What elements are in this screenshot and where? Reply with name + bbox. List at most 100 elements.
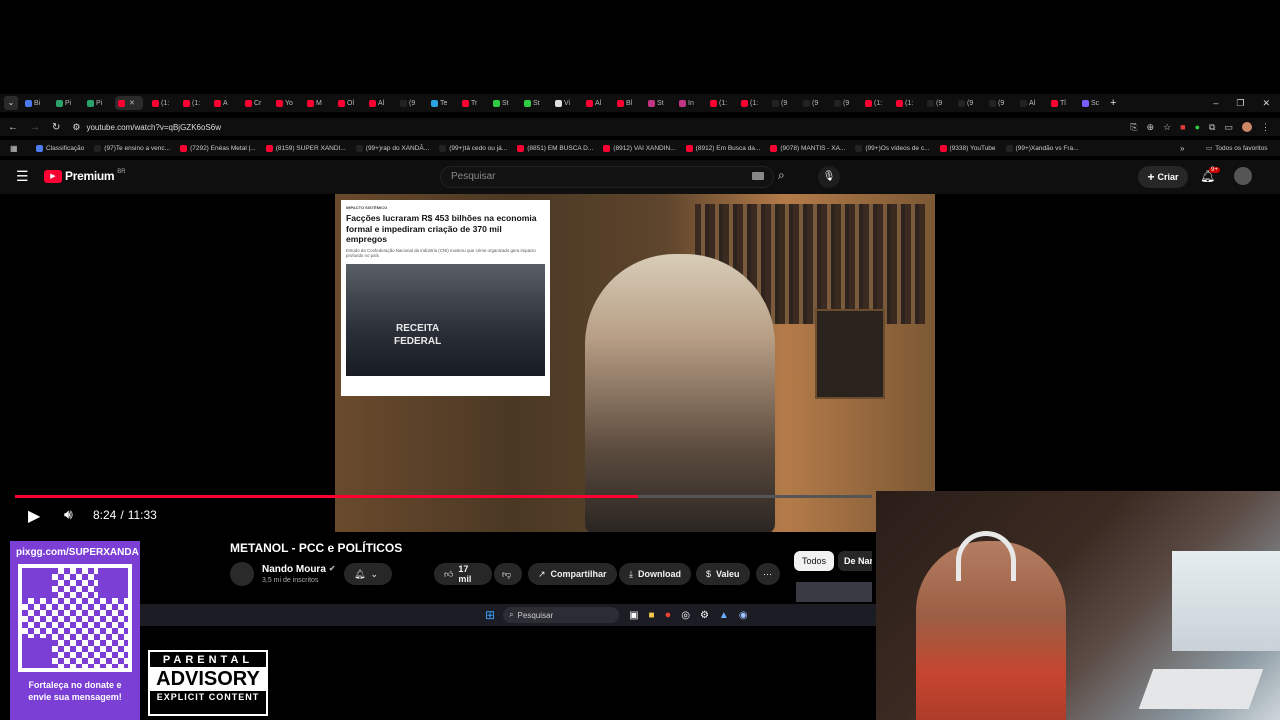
bookmark-item[interactable]: (8912) Em Busca da... (685, 144, 760, 152)
like-button[interactable]: 👍︎ 17 mil (434, 563, 492, 585)
browser-tab[interactable]: Cr (242, 96, 267, 110)
browser-tab[interactable]: (9 (769, 96, 794, 110)
browser-tab[interactable]: Pi (84, 96, 109, 110)
sidebar-icon[interactable]: ▭ (1224, 122, 1233, 133)
browser-menu-icon[interactable]: ⋮ (1261, 122, 1270, 133)
dislike-button[interactable]: 👎︎ (494, 563, 522, 585)
extensions-icon[interactable]: ⧉ (1209, 122, 1215, 133)
reload-icon[interactable]: ↻ (52, 122, 60, 133)
browser-tab[interactable]: Vi (552, 96, 577, 110)
browser-tab[interactable]: (9 (955, 96, 980, 110)
browser-tab[interactable]: (1: (707, 96, 732, 110)
bookmark-item[interactable]: Classificação (36, 144, 84, 152)
browser-tab[interactable]: (1: (180, 96, 205, 110)
browser-tab[interactable]: Te (428, 96, 453, 110)
browser-tab[interactable]: Al (366, 96, 391, 110)
extension-red-icon[interactable]: ■ (1180, 122, 1185, 132)
browser-tab[interactable]: St (645, 96, 670, 110)
minimize-icon[interactable]: – (1213, 98, 1218, 109)
chrome-icon[interactable]: ● (665, 609, 672, 621)
play-button[interactable]: ▶ (28, 506, 40, 526)
apps-icon[interactable]: ▦ (10, 144, 18, 153)
steam-icon[interactable]: ◉ (739, 610, 748, 621)
account-avatar[interactable] (1234, 167, 1252, 185)
app-icon[interactable]: ◎ (681, 610, 690, 621)
more-actions-button[interactable]: ⋯ (756, 563, 780, 585)
file-explorer-icon[interactable]: ■ (649, 610, 655, 621)
close-window-icon[interactable]: ✕ (1262, 98, 1270, 109)
zoom-icon[interactable]: ⊕ (1147, 122, 1155, 133)
browser-tab[interactable]: (9 (986, 96, 1011, 110)
subscribed-bell-button[interactable]: 🔔︎ ⌄ (344, 563, 392, 585)
chip-all[interactable]: Todos (794, 551, 835, 571)
browser-tab[interactable]: St (490, 96, 515, 110)
bookmark-item[interactable]: (7292) Enéas Metal |... (180, 144, 256, 152)
settings-icon[interactable]: ⚙ (700, 610, 709, 621)
browser-tab[interactable]: Yo (273, 96, 298, 110)
windows-start-icon[interactable]: ⊞ (485, 608, 495, 622)
all-bookmarks[interactable]: ▭ Todos os favoritos (1206, 144, 1268, 153)
thanks-button[interactable]: $ Valeu (696, 563, 750, 585)
browser-tab[interactable]: (1: (893, 96, 918, 110)
browser-tab[interactable]: (1: (149, 96, 174, 110)
bookmark-item[interactable]: (99+)Xandão vs Fra... (1005, 144, 1079, 152)
taskbar-search[interactable]: ⌕ Pesquisar (503, 607, 620, 623)
bookmark-item[interactable]: (97)Te ensino a venc... (94, 144, 170, 152)
browser-tab[interactable]: (1: (862, 96, 887, 110)
voice-search-mic-icon[interactable]: 🎙︎ (818, 166, 840, 188)
search-input[interactable]: Pesquisar (440, 166, 774, 188)
browser-tab[interactable]: (9 (800, 96, 825, 110)
site-info-icon[interactable]: ⚙ (72, 122, 80, 133)
new-tab-button[interactable]: + (1110, 97, 1116, 109)
task-view-icon[interactable]: ▣ (629, 610, 638, 621)
volume-icon[interactable]: 🔊︎ (64, 506, 73, 523)
close-tab-icon[interactable]: ✕ (129, 99, 135, 107)
app-icon[interactable]: ▲ (719, 610, 729, 621)
hamburger-menu-icon[interactable]: ☰ (16, 168, 29, 185)
browser-tab[interactable]: St (521, 96, 546, 110)
browser-tab[interactable]: Al (583, 96, 608, 110)
browser-tab[interactable]: Pi (53, 96, 78, 110)
youtube-logo[interactable]: ▶ Premium BR (44, 169, 126, 183)
bookmark-item[interactable]: (8851) EM BUSCA D... (517, 144, 593, 152)
browser-tab[interactable]: Tr (459, 96, 484, 110)
extension-green-icon[interactable]: ● (1195, 122, 1200, 132)
browser-tab[interactable]: Ol (335, 96, 360, 110)
browser-tab[interactable]: A (211, 96, 236, 110)
bookmark-star-icon[interactable]: ☆ (1163, 122, 1171, 133)
bookmark-item[interactable]: (9078) MANTIS - XA... (770, 144, 845, 152)
share-button[interactable]: ↗ Compartilhar (528, 563, 617, 585)
forward-icon[interactable]: → (30, 122, 40, 133)
browser-tab[interactable]: Bi (22, 96, 47, 110)
channel-name[interactable]: Nando Moura ✔ (262, 564, 336, 575)
browser-tab[interactable]: M (304, 96, 329, 110)
bookmark-item[interactable]: (8159) SUPER XANDI... (265, 144, 346, 152)
browser-tab[interactable]: (9 (397, 96, 422, 110)
bookmark-item[interactable]: (99+)rap do XANDÃ... (355, 144, 429, 152)
install-icon[interactable]: ⎘ (1130, 122, 1137, 133)
tab-list-button[interactable]: ⌄ (4, 96, 18, 110)
browser-tab[interactable]: Tl (1048, 96, 1073, 110)
recommended-thumbnail[interactable] (796, 582, 872, 602)
create-button[interactable]: + Criar (1138, 166, 1188, 188)
channel-avatar[interactable] (230, 562, 254, 586)
bookmarks-overflow-icon[interactable]: » (1180, 144, 1184, 153)
browser-tab[interactable]: (9 (831, 96, 856, 110)
bookmark-item[interactable]: (99+)Os vídeos de c... (855, 144, 930, 152)
maximize-icon[interactable]: ❐ (1236, 98, 1244, 109)
chip-channel[interactable]: De Nan (838, 551, 872, 571)
profile-avatar[interactable] (1242, 122, 1252, 132)
browser-tab[interactable]: ✕ (115, 96, 143, 110)
url-field[interactable]: youtube.com/watch?v=qBjGZK6oS6w (86, 123, 221, 132)
browser-tab[interactable]: (9 (924, 96, 949, 110)
bookmark-item[interactable]: (8912) VAI XANDIN... (603, 144, 676, 152)
browser-tab[interactable]: (1: (738, 96, 763, 110)
video-progress-bar[interactable] (15, 495, 872, 498)
browser-tab[interactable]: Sc (1079, 96, 1104, 110)
browser-tab[interactable]: In (676, 96, 701, 110)
download-button[interactable]: ⤓ Download (619, 563, 691, 585)
browser-tab[interactable]: Bl (614, 96, 639, 110)
browser-tab[interactable]: Al (1017, 96, 1042, 110)
search-icon[interactable]: ⌕ (778, 168, 800, 186)
bookmark-item[interactable]: (9338) YouTube (939, 144, 996, 152)
